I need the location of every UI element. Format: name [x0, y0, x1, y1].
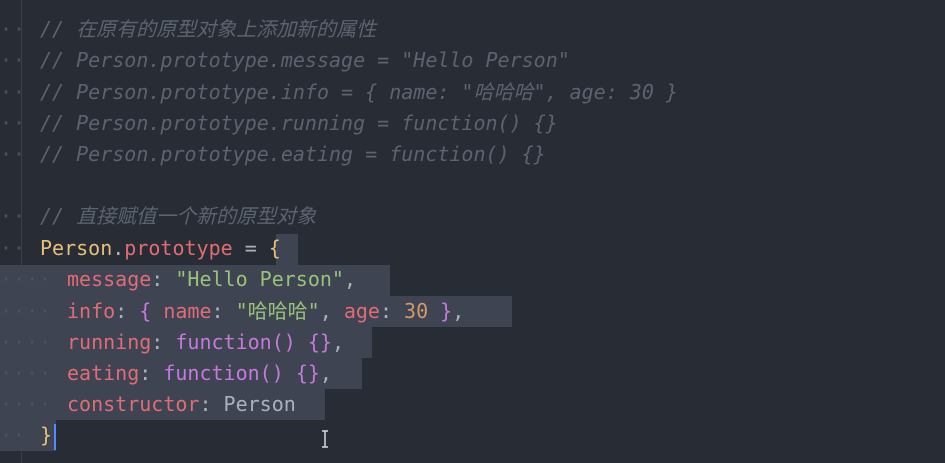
- code-token: }: [40, 423, 53, 447]
- whitespace-dots: ··: [0, 423, 27, 447]
- code-token: {: [139, 299, 164, 323]
- whitespace-dots: ····: [0, 330, 53, 354]
- whitespace-dots: ··: [0, 142, 27, 166]
- code-token: "Hello Person": [175, 267, 344, 291]
- code-token: eating: [67, 361, 140, 385]
- code-token: function: [163, 361, 260, 385]
- whitespace-dots: ····: [0, 392, 53, 416]
- code-token: // 直接赋值一个新的原型对象: [40, 204, 317, 228]
- code-token: ,: [319, 299, 344, 323]
- code-token: {: [268, 236, 281, 260]
- whitespace-dots: ··: [0, 17, 27, 41]
- code-text: constructor: Person: [67, 389, 296, 420]
- code-token: // Person.prototype.running = function()…: [40, 111, 558, 135]
- whitespace-dots: ····: [0, 361, 53, 385]
- code-token: ,: [319, 361, 332, 385]
- code-token: :: [151, 330, 176, 354]
- whitespace-dots: ··: [0, 48, 27, 72]
- whitespace-dots: ··: [0, 80, 27, 104]
- code-text: // 直接赋值一个新的原型对象: [40, 201, 316, 232]
- code-token: // Person.prototype.eating = function() …: [40, 142, 546, 166]
- code-token: prototype: [124, 236, 233, 260]
- code-text: }: [40, 420, 52, 451]
- whitespace-dots: ··: [0, 111, 27, 135]
- code-token: :: [379, 299, 405, 323]
- code-text: Person.prototype = {: [40, 233, 281, 264]
- ibeam-cursor-icon: [320, 430, 330, 448]
- code-text: // 在原有的原型对象上添加新的属性: [40, 14, 376, 45]
- code-token: 30: [404, 299, 429, 323]
- code-token: "哈哈哈": [235, 299, 320, 323]
- whitespace-dots: ··: [0, 204, 27, 228]
- whitespace-dots: ····: [0, 267, 53, 291]
- code-token: Person: [40, 236, 113, 260]
- code-token: :: [115, 299, 140, 323]
- code-token: }: [428, 299, 453, 323]
- code-text: eating: function() {},: [67, 358, 332, 389]
- code-text: // Person.prototype.running = function()…: [40, 108, 558, 139]
- code-token: constructor: [67, 392, 200, 416]
- code-token: // Person.prototype.message = "Hello Per…: [40, 48, 570, 72]
- code-token: age: [343, 299, 380, 323]
- code-text: // Person.prototype.message = "Hello Per…: [40, 45, 570, 76]
- code-text: // Person.prototype.info = { name: "哈哈哈"…: [40, 77, 678, 108]
- code-text: info: { name: "哈哈哈", age: 30 },: [67, 296, 464, 327]
- code-token: message: [67, 267, 152, 291]
- whitespace-dots: ··: [0, 236, 27, 260]
- code-text: message: "Hello Person",: [67, 264, 356, 295]
- code-token: info: [67, 299, 116, 323]
- code-token: =: [232, 236, 269, 260]
- code-token: :: [199, 392, 224, 416]
- code-token: running: [67, 330, 152, 354]
- code-token: name: [163, 299, 212, 323]
- code-token: :: [139, 361, 164, 385]
- text-caret: [54, 424, 56, 450]
- code-editor[interactable]: ·· // 在原有的原型对象上添加新的属性 ·· // Person.prototyp…: [0, 0, 945, 463]
- code-token: ,: [331, 330, 344, 354]
- code-token: Person: [223, 392, 296, 416]
- code-token: .: [112, 236, 125, 260]
- code-text: running: function() {},: [67, 327, 344, 358]
- code-token: () {}: [271, 330, 332, 354]
- code-token: // Person.prototype.info = { name: "哈哈哈"…: [40, 80, 678, 104]
- code-text: // Person.prototype.eating = function() …: [40, 139, 546, 170]
- code-token: :: [151, 267, 176, 291]
- code-token: () {}: [259, 361, 320, 385]
- code-token: function: [175, 330, 272, 354]
- code-token: ,: [452, 299, 465, 323]
- code-token: ,: [343, 267, 357, 291]
- code-token: // 在原有的原型对象上添加新的属性: [40, 17, 377, 41]
- whitespace-dots: ····: [0, 299, 53, 323]
- code-token: :: [211, 299, 236, 323]
